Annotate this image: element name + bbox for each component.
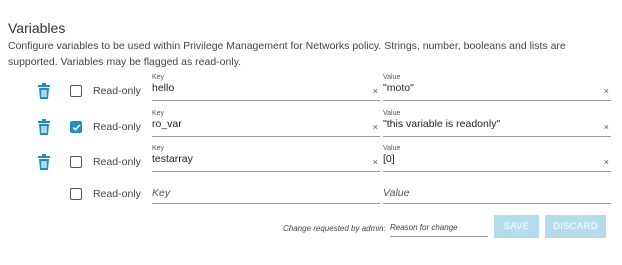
read-only-label: Read-only xyxy=(93,85,141,97)
variables-panel: Variables Configure variables to be used… xyxy=(0,0,622,265)
value-field[interactable]: Value "moto" × xyxy=(383,72,611,101)
save-button[interactable]: SAVE xyxy=(494,215,539,238)
discard-button[interactable]: DISCARD xyxy=(545,215,606,238)
section-title: Variables xyxy=(8,20,66,36)
value-value[interactable]: "this variable is readonly" xyxy=(383,118,500,130)
reason-placeholder: Reason for change xyxy=(390,223,458,232)
key-label: Key xyxy=(152,145,165,152)
new-variable-row: Read-only Key Value xyxy=(0,178,622,216)
section-description: Configure variables to be used within Pr… xyxy=(8,40,566,68)
variable-row: Read-only Key testarray × Value [0] × xyxy=(0,143,622,181)
trash-icon[interactable] xyxy=(38,83,50,99)
value-field[interactable]: Value "this variable is readonly" × xyxy=(383,108,611,137)
value-label: Value xyxy=(383,74,401,81)
clear-icon[interactable]: × xyxy=(604,122,609,132)
checkmark-icon xyxy=(72,123,80,131)
key-value[interactable]: testarray xyxy=(152,153,193,165)
value-label: Value xyxy=(383,110,401,117)
value-field[interactable]: Value [0] × xyxy=(383,143,611,172)
key-field[interactable]: Key hello × xyxy=(152,72,380,101)
read-only-checkbox[interactable] xyxy=(70,156,82,168)
reason-input[interactable]: Reason for change xyxy=(390,215,488,237)
key-field[interactable]: Key testarray × xyxy=(152,143,380,172)
variable-row: Read-only Key ro_var × Value "this varia… xyxy=(0,108,622,146)
read-only-checkbox[interactable] xyxy=(70,85,82,97)
trash-icon[interactable] xyxy=(38,154,50,170)
clear-icon[interactable]: × xyxy=(373,122,378,132)
clear-icon[interactable]: × xyxy=(604,86,609,96)
clear-icon[interactable]: × xyxy=(373,86,378,96)
key-label: Key xyxy=(152,110,165,117)
variable-row: Read-only Key hello × Value "moto" × xyxy=(0,72,622,110)
value-value[interactable]: "moto" xyxy=(383,82,414,94)
read-only-checkbox[interactable] xyxy=(70,188,82,200)
read-only-label: Read-only xyxy=(93,156,141,168)
read-only-checkbox[interactable] xyxy=(70,121,82,133)
read-only-label: Read-only xyxy=(93,121,141,133)
key-placeholder: Key xyxy=(152,187,171,199)
new-key-input[interactable]: Key xyxy=(152,178,380,204)
read-only-label: Read-only xyxy=(93,188,141,200)
trash-icon[interactable] xyxy=(38,119,50,135)
value-placeholder: Value xyxy=(383,187,410,199)
clear-icon[interactable]: × xyxy=(373,157,378,167)
new-value-input[interactable]: Value xyxy=(383,178,611,204)
value-value[interactable]: [0] xyxy=(383,153,395,165)
key-label: Key xyxy=(152,74,165,81)
change-requested-label: Change requested by admin: xyxy=(283,224,386,233)
key-value[interactable]: ro_var xyxy=(152,118,182,130)
value-label: Value xyxy=(383,145,401,152)
clear-icon[interactable]: × xyxy=(604,157,609,167)
key-value[interactable]: hello xyxy=(152,82,174,94)
key-field[interactable]: Key ro_var × xyxy=(152,108,380,137)
